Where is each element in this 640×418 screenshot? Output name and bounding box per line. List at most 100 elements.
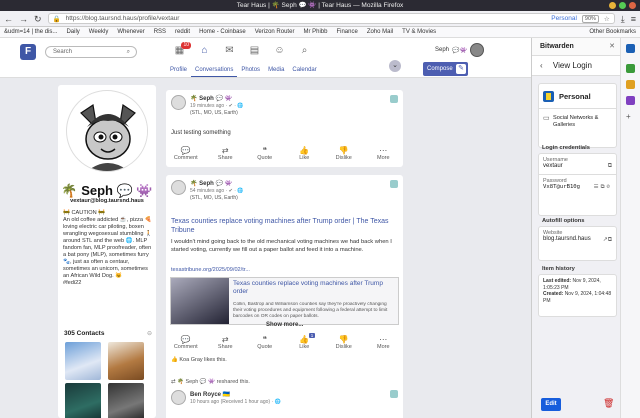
like-button[interactable]: 👍 Like	[289, 146, 319, 161]
zoom-level[interactable]: 90%	[581, 14, 599, 23]
avatar[interactable]	[171, 180, 186, 195]
link-preview-body: Collin, Bastrop and Williamson counties …	[233, 302, 388, 319]
menu-icon[interactable]: ≡	[631, 11, 636, 27]
back-icon[interactable]: ←	[4, 11, 13, 27]
back-arrow-icon[interactable]: ‹	[540, 61, 543, 70]
bookmark-item[interactable]: Other Bookmarks	[589, 29, 636, 35]
bookmark-item[interactable]: Daily	[66, 29, 79, 35]
bitwarden-icon[interactable]	[626, 44, 635, 53]
compose-button[interactable]: Compose ✎	[423, 62, 468, 76]
edit-button[interactable]: Edit	[541, 398, 561, 411]
chevron-down-icon[interactable]: ⌄	[389, 60, 401, 72]
comment-button[interactable]: 💬 Comment	[171, 146, 201, 161]
tab-calendar[interactable]: Calendar	[288, 66, 320, 77]
bookmark-item[interactable]: Weekly	[89, 29, 109, 35]
link-preview-title[interactable]: Texas counties replace voting machines a…	[233, 280, 395, 296]
post-author[interactable]: Ben Royce 🇺🇦	[190, 391, 230, 398]
post-author[interactable]: 🌴 Seph 💬 👾	[190, 95, 232, 102]
add-icon[interactable]: +	[626, 112, 635, 121]
quote-icon: ❝	[262, 146, 267, 155]
username-field[interactable]: vextaur ⧉	[539, 163, 616, 172]
avatar[interactable]	[469, 43, 484, 57]
bookmark-star-icon[interactable]: ☆	[604, 15, 610, 23]
contact-avatar[interactable]	[65, 342, 101, 380]
liked-by-text[interactable]: Koa Gray likes this.	[179, 357, 226, 363]
bookmark-item[interactable]: TV & Movies	[402, 29, 436, 35]
reshare-note: ⇄ 🌴 Seph 💬 👾 reshared this.	[171, 379, 250, 385]
share-button[interactable]: ⇄ Share	[210, 335, 240, 350]
share-button[interactable]: ⇄ Share	[210, 146, 240, 161]
avatar[interactable]	[171, 95, 186, 110]
main-nav: ▦ 10 ⌂ ✉ ▤ ☺ ⌕	[167, 42, 317, 59]
network-icon[interactable]: ▦ 10	[167, 42, 192, 59]
bookmark-item[interactable]: Mr Phibb	[303, 29, 327, 35]
bookmark-item[interactable]: RSS	[154, 29, 166, 35]
comment-icon: 💬	[180, 335, 191, 344]
trash-icon[interactable]: 🗑	[603, 398, 614, 409]
bookmark-item[interactable]: &udm=14 | the dis...	[4, 29, 57, 35]
website-label: Website	[543, 230, 563, 236]
bookmark-item[interactable]: Verizon Router	[255, 29, 295, 35]
contacts-icon[interactable]: ☺	[267, 43, 292, 59]
more-button[interactable]: ⋯ More	[368, 146, 398, 161]
minimize-button[interactable]	[609, 2, 616, 9]
contact-avatar[interactable]	[65, 383, 101, 418]
post-title[interactable]: Texas counties replace voting machines a…	[171, 217, 396, 235]
user-menu[interactable]: Seph 💬👾	[435, 43, 484, 57]
show-more-link[interactable]: Show more...	[266, 322, 303, 328]
copy-icon[interactable]: ⧉	[608, 163, 612, 170]
downloads-icon[interactable]: ⤓	[621, 11, 625, 27]
link-preview-card[interactable]: Texas counties replace voting machines a…	[170, 277, 399, 325]
bookmark-item[interactable]: Zoho Mail	[367, 29, 393, 35]
folder-icon: ▭	[543, 115, 550, 122]
status-badge	[390, 390, 398, 398]
extension-icon[interactable]	[626, 64, 635, 73]
search-nav-icon[interactable]: ⌕	[292, 43, 317, 59]
bookmark-item[interactable]: Whenever	[117, 29, 144, 35]
close-icon[interactable]: ✕	[609, 38, 615, 56]
dislike-button[interactable]: 👎 Dislike	[329, 146, 359, 161]
forward-icon[interactable]: →	[19, 11, 28, 27]
like-button[interactable]: 👍 Like 1	[289, 333, 319, 350]
close-button[interactable]	[629, 2, 636, 9]
profile-handle[interactable]: vextaur@blog.taursnd.haus	[58, 198, 156, 204]
contact-avatar[interactable]	[108, 342, 144, 380]
profile-avatar[interactable]	[66, 90, 148, 172]
avatar[interactable]	[171, 390, 186, 405]
password-field[interactable]: Vx8T@urB10g ☰⧉⊘	[539, 184, 616, 193]
app-logo[interactable]: F	[20, 44, 36, 60]
post-actions: 💬 Comment ⇄ Share ❝ Quote 👍 Like 👎 Dislike ⋯ M…	[166, 146, 403, 161]
website-field[interactable]: blog.taursnd.haus ↗⧉	[539, 236, 616, 245]
more-button[interactable]: ⋯ More	[368, 335, 398, 350]
maximize-button[interactable]	[619, 2, 626, 9]
tab-photos[interactable]: Photos	[237, 66, 264, 77]
extension-icon[interactable]	[626, 80, 635, 89]
url-text[interactable]: https://blog.taursnd.haus/profile/vextau…	[66, 15, 547, 22]
tab-media[interactable]: Media	[264, 66, 288, 77]
tab-profile[interactable]: Profile	[166, 66, 191, 77]
collapse-icon[interactable]: ⊖	[147, 330, 152, 337]
post-author[interactable]: 🌴 Seph 💬 👾	[190, 180, 232, 187]
search-input[interactable]: Search ⌕	[45, 46, 137, 58]
dislike-button[interactable]: 👎 Dislike	[329, 335, 359, 350]
extension-icon[interactable]	[626, 96, 635, 105]
reload-icon[interactable]: ↻	[34, 11, 42, 27]
quote-button[interactable]: ❝ Quote	[250, 335, 280, 350]
bookmark-item[interactable]: reddit	[175, 29, 190, 35]
bookmark-item[interactable]: Finance	[336, 29, 357, 35]
contact-avatar[interactable]	[108, 383, 144, 418]
password-actions[interactable]: ☰⧉⊘	[594, 184, 612, 191]
lock-icon: 🔒	[52, 15, 61, 23]
home-icon[interactable]: ⌂	[192, 43, 217, 59]
bookmark-item[interactable]: Home - Coinbase	[199, 29, 246, 35]
calendar-icon[interactable]: ▤	[242, 43, 267, 59]
open-link-icon[interactable]: ↗⧉	[603, 236, 612, 244]
post-location: (STL, MO, US, Earth)	[190, 195, 238, 201]
comment-button[interactable]: 💬 Comment	[171, 335, 201, 350]
quote-button[interactable]: ❝ Quote	[250, 146, 280, 161]
events-icon[interactable]: ✉	[217, 43, 242, 59]
post-link[interactable]: texastribune.org/2025/09/02/tr...	[171, 267, 250, 273]
tab-conversations[interactable]: Conversations	[191, 66, 238, 77]
url-bar[interactable]: 🔒 https://blog.taursnd.haus/profile/vext…	[47, 13, 615, 24]
search-icon[interactable]: ⌕	[127, 47, 130, 58]
